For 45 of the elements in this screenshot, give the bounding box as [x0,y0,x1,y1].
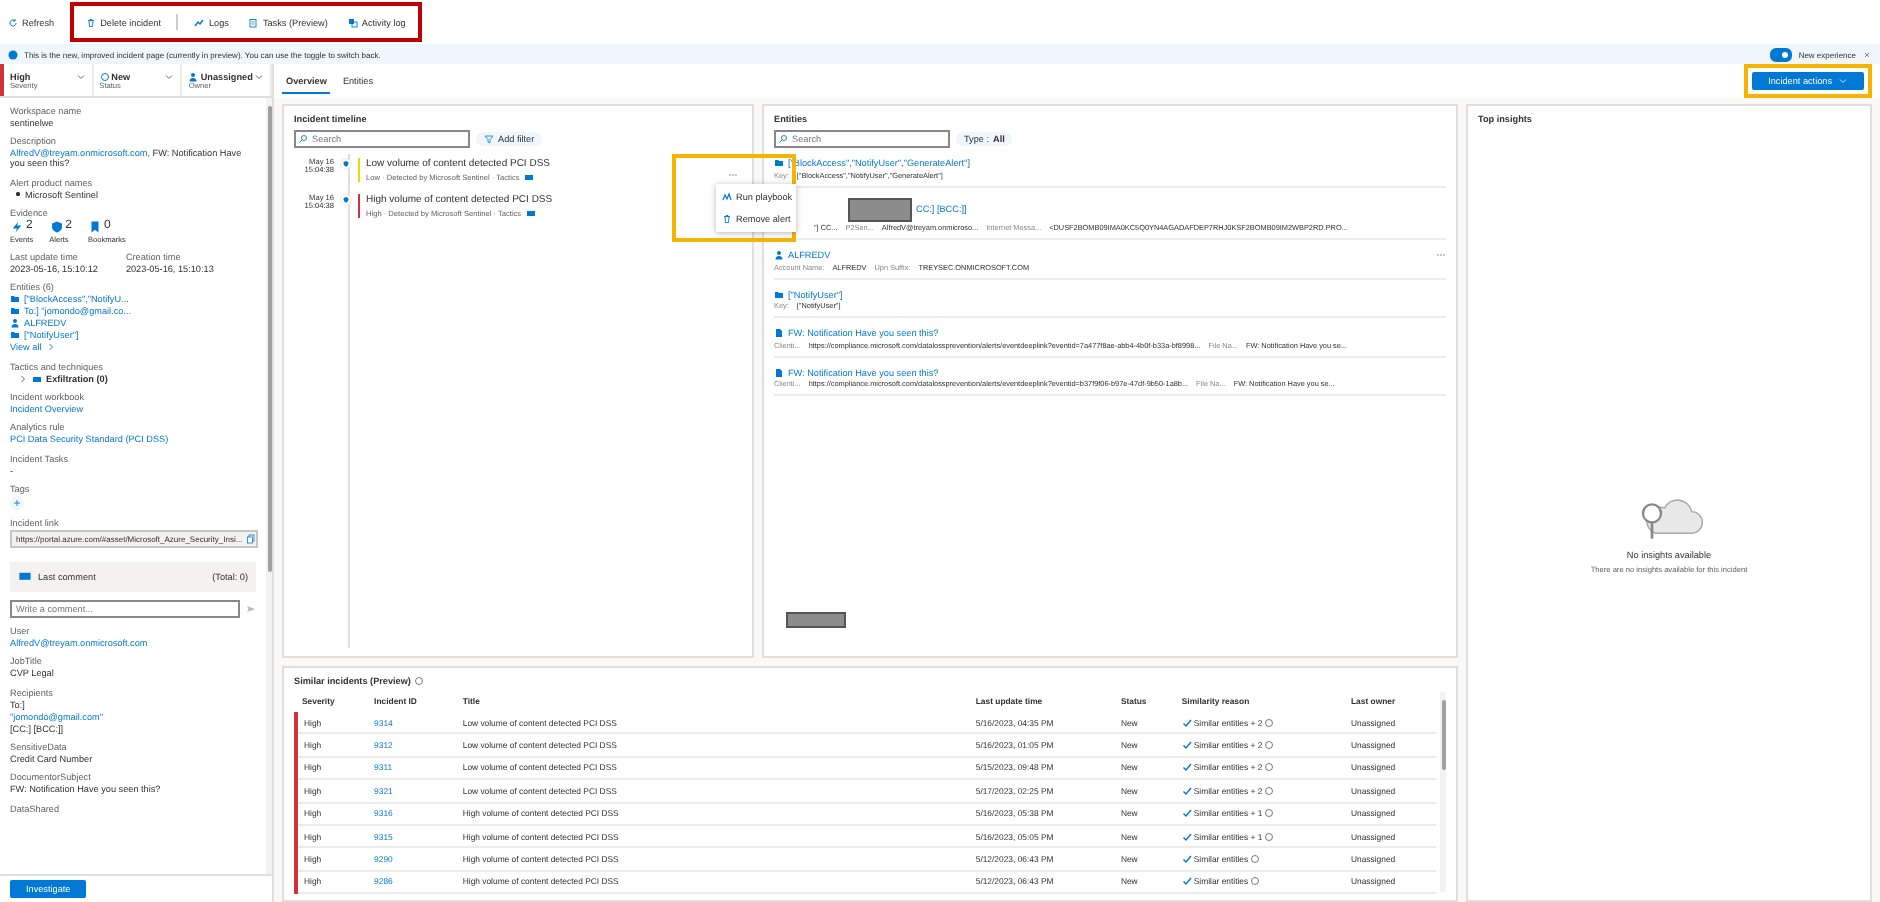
chevron-down-icon [75,72,86,82]
send-icon[interactable] [246,603,256,614]
chevron-down-icon [1838,76,1848,86]
check-icon [1181,717,1192,728]
search-icon [298,133,308,143]
playbook-icon [722,192,732,202]
info-icon[interactable] [1264,808,1275,819]
chevron-right-icon[interactable] [18,373,28,384]
copy-icon[interactable] [246,534,257,545]
refresh-icon [8,17,18,27]
user-icon [774,250,784,260]
clipboard-icon [248,17,259,27]
folder-icon [10,330,20,341]
trash-icon [86,17,97,27]
check-icon [1181,785,1192,796]
info-icon [8,49,18,59]
check-icon [1181,831,1192,842]
bookmark-icon [87,219,102,234]
chevron-down-icon [164,72,175,82]
info-icon[interactable] [1264,831,1275,842]
plus-icon [12,497,22,508]
info-icon[interactable] [1264,785,1275,796]
folder-icon [774,289,784,299]
filter-icon [484,134,494,144]
info-icon[interactable] [1264,717,1275,728]
chevron-right-icon [45,342,56,353]
document-icon [774,367,784,377]
status-icon [99,71,110,81]
user-icon [10,318,20,329]
check-icon [1181,808,1192,819]
shield-icon [49,219,64,234]
lightning-icon [10,219,24,234]
folder-icon [774,158,784,168]
activity-log-icon [347,17,358,27]
info-icon [414,676,425,686]
chart-icon [194,17,205,27]
document-icon [774,328,784,338]
close-icon[interactable] [1862,49,1872,59]
user-icon [188,71,199,81]
trash-icon [722,214,732,224]
toggle-switch[interactable] [1770,47,1793,61]
redaction-block [848,197,912,221]
search-icon [778,133,788,143]
add-tag-button[interactable] [10,495,24,510]
chevron-down-icon [254,72,265,82]
